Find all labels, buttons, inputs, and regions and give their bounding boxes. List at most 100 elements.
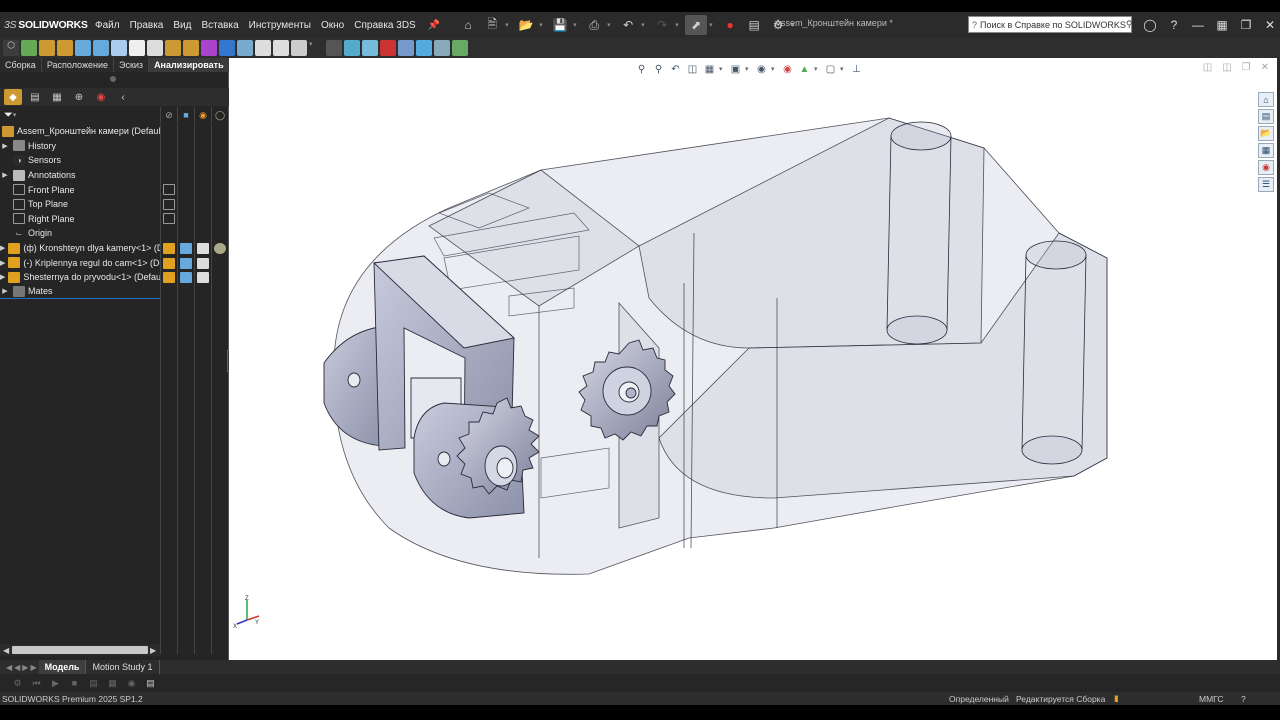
linear-pattern-icon[interactable]: [57, 40, 73, 56]
component-visibility-icon[interactable]: [163, 258, 175, 269]
mass-properties-icon[interactable]: [398, 40, 414, 56]
bill-of-materials-icon[interactable]: [183, 40, 199, 56]
scroll-right-icon[interactable]: ▶: [150, 646, 156, 655]
stop-icon[interactable]: ■: [67, 677, 82, 690]
home-icon[interactable]: ⌂: [457, 15, 479, 35]
expand-arrow-icon[interactable]: ▶: [0, 142, 10, 150]
tab-model[interactable]: Модель: [38, 660, 87, 674]
open-icon[interactable]: 📂: [515, 15, 537, 35]
tab-layout[interactable]: Расположение: [42, 58, 114, 72]
move-component-icon[interactable]: [93, 40, 109, 56]
appearance-icon[interactable]: [197, 258, 209, 269]
tree-item-part-kriplennya[interactable]: ▶ (-) Kriplennya regul do cam<1> (De: [0, 255, 160, 270]
transparency-icon[interactable]: [214, 243, 226, 254]
tree-item-history[interactable]: ▶ History: [0, 139, 160, 154]
expand-arrow-icon[interactable]: ▶: [0, 287, 10, 295]
display-mode-icon[interactable]: [180, 272, 192, 283]
display-mode-icon[interactable]: [180, 258, 192, 269]
assembly-features-icon[interactable]: [129, 40, 145, 56]
status-help-icon[interactable]: ?: [1241, 694, 1246, 704]
view-palette-icon[interactable]: ▦: [1258, 143, 1274, 158]
pin-menu-icon[interactable]: 📌: [423, 20, 445, 31]
custom-properties-icon[interactable]: ☰: [1258, 177, 1274, 192]
tree-item-right-plane[interactable]: Right Plane: [0, 212, 160, 227]
help-search-box[interactable]: ? Поиск в Справке по SOLIDWORKS ⚲: [968, 16, 1132, 33]
undo-dropdown-icon[interactable]: ▾: [641, 21, 649, 29]
menu-edit[interactable]: Правка: [125, 20, 169, 31]
hole-alignment-icon[interactable]: [362, 40, 378, 56]
menu-view[interactable]: Вид: [168, 20, 196, 31]
tab-motion-study-1[interactable]: Motion Study 1: [86, 660, 160, 674]
large-assembly-icon[interactable]: [273, 40, 289, 56]
expand-arrow-icon[interactable]: ▶: [0, 244, 5, 252]
open-dropdown-icon[interactable]: ▾: [539, 21, 547, 29]
save-icon[interactable]: 💾: [549, 15, 571, 35]
plane-visibility-icon[interactable]: [163, 213, 175, 224]
dimxpert-tab-icon[interactable]: ⊕: [70, 89, 88, 105]
file-properties-icon[interactable]: ▤: [743, 15, 765, 35]
calculate-icon[interactable]: ⚙: [10, 677, 25, 690]
tree-item-top-plane[interactable]: Top Plane: [0, 197, 160, 212]
tab-scroll-arrows-icon[interactable]: ◀◀▶▶: [6, 663, 39, 672]
tree-item-mates[interactable]: ▶ Mates: [0, 285, 160, 300]
expand-arrow-icon[interactable]: ▶: [0, 171, 10, 179]
undo-icon[interactable]: ↶: [617, 15, 639, 35]
menu-insert[interactable]: Вставка: [196, 20, 243, 31]
restore-button[interactable]: ❐: [1234, 14, 1258, 36]
more-tools-dropdown-icon[interactable]: ▾: [309, 40, 315, 56]
display-mode-icon[interactable]: [180, 243, 192, 254]
scroll-left-icon[interactable]: ◀: [3, 646, 9, 655]
new-motion-study-icon[interactable]: [165, 40, 181, 56]
minimize-button[interactable]: —: [1186, 14, 1210, 36]
smart-fasteners-icon[interactable]: [75, 40, 91, 56]
help-icon[interactable]: ?: [1162, 14, 1186, 36]
display-manager-tab-icon[interactable]: ◉: [92, 89, 110, 105]
print-dropdown-icon[interactable]: ▾: [607, 21, 615, 29]
print-icon[interactable]: ⎙: [583, 15, 605, 35]
play-icon[interactable]: ▶: [48, 677, 63, 690]
search-icon[interactable]: ⚲: [1126, 19, 1133, 30]
component-preview-icon[interactable]: [39, 40, 55, 56]
section-properties-icon[interactable]: [416, 40, 432, 56]
select-cursor-icon[interactable]: ⬈: [685, 15, 708, 35]
component-visibility-icon[interactable]: [163, 243, 175, 254]
graphics-area[interactable]: ⚲ ⚲ ↶ ◫ ▦▾ ▣▾ ◉▾ ◉ ▲▾ ▢▾ ⊥ ◫ ◫ ❐ ✕: [229, 58, 1277, 660]
motor-icon[interactable]: ◉: [124, 677, 139, 690]
tree-item-front-plane[interactable]: Front Plane: [0, 182, 160, 197]
tab-assembly[interactable]: Сборка: [0, 58, 42, 72]
tree-item-part-kronshteyn[interactable]: ▶ (ф) Kronshteyn dlya kamery<1> (De: [0, 241, 160, 256]
redo-dropdown-icon[interactable]: ▾: [675, 21, 683, 29]
property-manager-tab-icon[interactable]: ▤: [26, 89, 44, 105]
hide-show-column-icon[interactable]: ⊘: [160, 107, 177, 123]
filter-icon[interactable]: ⏷: [4, 109, 13, 122]
check-icon[interactable]: [434, 40, 450, 56]
plane-visibility-icon[interactable]: [163, 199, 175, 210]
tile-windows-icon[interactable]: ▦: [1210, 14, 1234, 36]
update-speedpak-icon[interactable]: [237, 40, 253, 56]
tab-sketch[interactable]: Эскиз: [114, 58, 150, 72]
tab-evaluate[interactable]: Анализировать: [149, 58, 230, 72]
design-library-icon[interactable]: ▤: [1258, 109, 1274, 124]
save-dropdown-icon[interactable]: ▾: [573, 21, 581, 29]
transparency-column-icon[interactable]: ◯: [211, 107, 228, 123]
menu-help[interactable]: Справка 3DS: [349, 20, 420, 31]
play-from-start-icon[interactable]: ⏮: [29, 677, 44, 690]
collapse-panel-icon[interactable]: ‹: [114, 89, 132, 105]
take-snapshot-icon[interactable]: [255, 40, 271, 56]
configuration-manager-tab-icon[interactable]: ▦: [48, 89, 66, 105]
tree-horizontal-scrollbar[interactable]: ◀ ▶: [0, 644, 160, 656]
clearance-verification-icon[interactable]: [344, 40, 360, 56]
appearances-scenes-icon[interactable]: ◉: [1258, 160, 1274, 175]
tree-item-sensors[interactable]: ◑ Sensors: [0, 153, 160, 168]
help-search-input[interactable]: Поиск в Справке по SOLIDWORKS: [980, 20, 1126, 30]
tree-item-part-shesternya[interactable]: ▶ Shesternya do pryvodu<1> (Default: [0, 270, 160, 285]
menu-file[interactable]: Файл: [90, 20, 125, 31]
appearance-icon[interactable]: [197, 243, 209, 254]
expand-arrow-icon[interactable]: ▶: [0, 273, 5, 281]
envelope-icon[interactable]: [291, 40, 307, 56]
select-dropdown-icon[interactable]: ▾: [709, 21, 717, 29]
component-visibility-icon[interactable]: [163, 272, 175, 283]
menu-window[interactable]: Окно: [316, 20, 349, 31]
performance-evaluation-icon[interactable]: [452, 40, 468, 56]
tree-item-origin[interactable]: ⌙ Origin: [0, 226, 160, 241]
